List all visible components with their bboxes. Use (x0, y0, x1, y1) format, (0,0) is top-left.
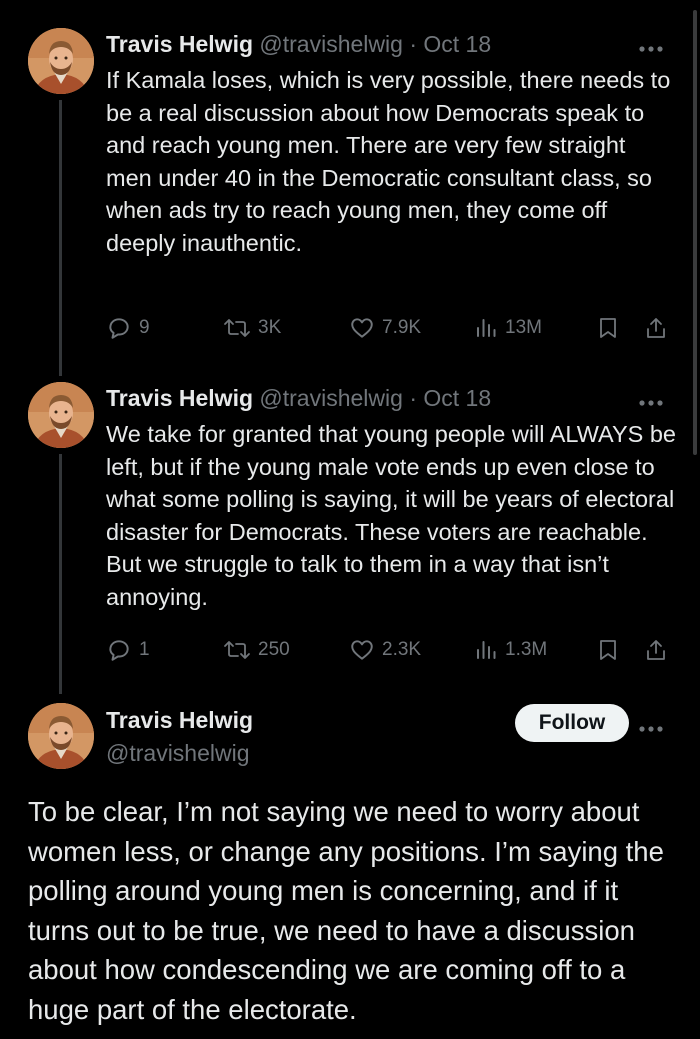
share-icon (647, 318, 665, 338)
repost-icon (224, 641, 250, 659)
views-count: 13M (505, 317, 542, 338)
author-name[interactable]: Travis Helwig (106, 707, 253, 733)
more-horizontal-icon[interactable] (638, 390, 664, 410)
reply-button[interactable]: 1 (106, 634, 150, 666)
tweet-header: Travis Helwig @travishelwig · Oct 18 (106, 383, 491, 413)
views-button[interactable]: 1.3M (474, 634, 547, 666)
tweet-date[interactable]: Oct 18 (423, 31, 491, 57)
main-tweet-text: To be clear, I’m not saying we need to w… (28, 796, 664, 1025)
bookmark-icon (600, 318, 616, 338)
author-handle-row: @travishelwig (106, 738, 250, 768)
bookmark-button[interactable] (596, 634, 620, 666)
share-button[interactable] (644, 634, 668, 666)
follow-button[interactable]: Follow (515, 704, 629, 742)
share-icon (647, 640, 665, 660)
share-button[interactable] (644, 312, 668, 344)
reply-count: 9 (139, 317, 150, 338)
like-count: 2.3K (382, 639, 422, 660)
more-horizontal-icon[interactable] (638, 36, 664, 56)
reply-icon (109, 640, 129, 661)
views-icon (477, 641, 496, 659)
views-button[interactable]: 13M (474, 312, 542, 344)
repost-icon (224, 319, 250, 337)
repost-button[interactable]: 250 (223, 634, 290, 666)
reply-button[interactable]: 9 (106, 312, 150, 344)
repost-count: 250 (258, 639, 290, 660)
action-bar: 9 3K 7.9K 13M (106, 312, 672, 344)
author-handle[interactable]: @travishelwig (106, 740, 250, 766)
more-horizontal-icon[interactable] (638, 716, 664, 736)
tweet-date[interactable]: Oct 18 (423, 385, 491, 411)
thread-line (59, 454, 62, 694)
reply-icon (109, 318, 129, 339)
avatar[interactable] (28, 28, 94, 94)
repost-button[interactable]: 3K (223, 312, 281, 344)
bookmark-icon (600, 640, 616, 660)
reply-count: 1 (139, 639, 150, 660)
action-bar: 1 250 2.3K 1.3M (106, 634, 672, 666)
tweet-text: If Kamala loses, which is very possible,… (106, 67, 671, 256)
thread-line (59, 100, 62, 376)
author-name[interactable]: Travis Helwig (106, 385, 253, 411)
separator: · (409, 31, 417, 57)
views-icon (477, 319, 496, 337)
scrollbar[interactable] (693, 10, 697, 455)
like-count: 7.9K (382, 317, 422, 338)
like-button[interactable]: 7.9K (349, 312, 421, 344)
like-icon (351, 318, 373, 338)
author-handle[interactable]: @travishelwig (259, 385, 403, 411)
tweet-text: We take for granted that young people wi… (106, 421, 676, 610)
views-count: 1.3M (505, 639, 548, 660)
author-name-row: Travis Helwig (106, 705, 253, 735)
author-name[interactable]: Travis Helwig (106, 31, 253, 57)
bookmark-button[interactable] (596, 312, 620, 344)
tweet-header: Travis Helwig @travishelwig · Oct 18 (106, 29, 491, 59)
like-button[interactable]: 2.3K (349, 634, 421, 666)
like-icon (351, 640, 373, 660)
separator: · (409, 385, 417, 411)
author-handle[interactable]: @travishelwig (259, 31, 403, 57)
repost-count: 3K (258, 317, 282, 338)
avatar[interactable] (28, 703, 94, 769)
avatar[interactable] (28, 382, 94, 448)
